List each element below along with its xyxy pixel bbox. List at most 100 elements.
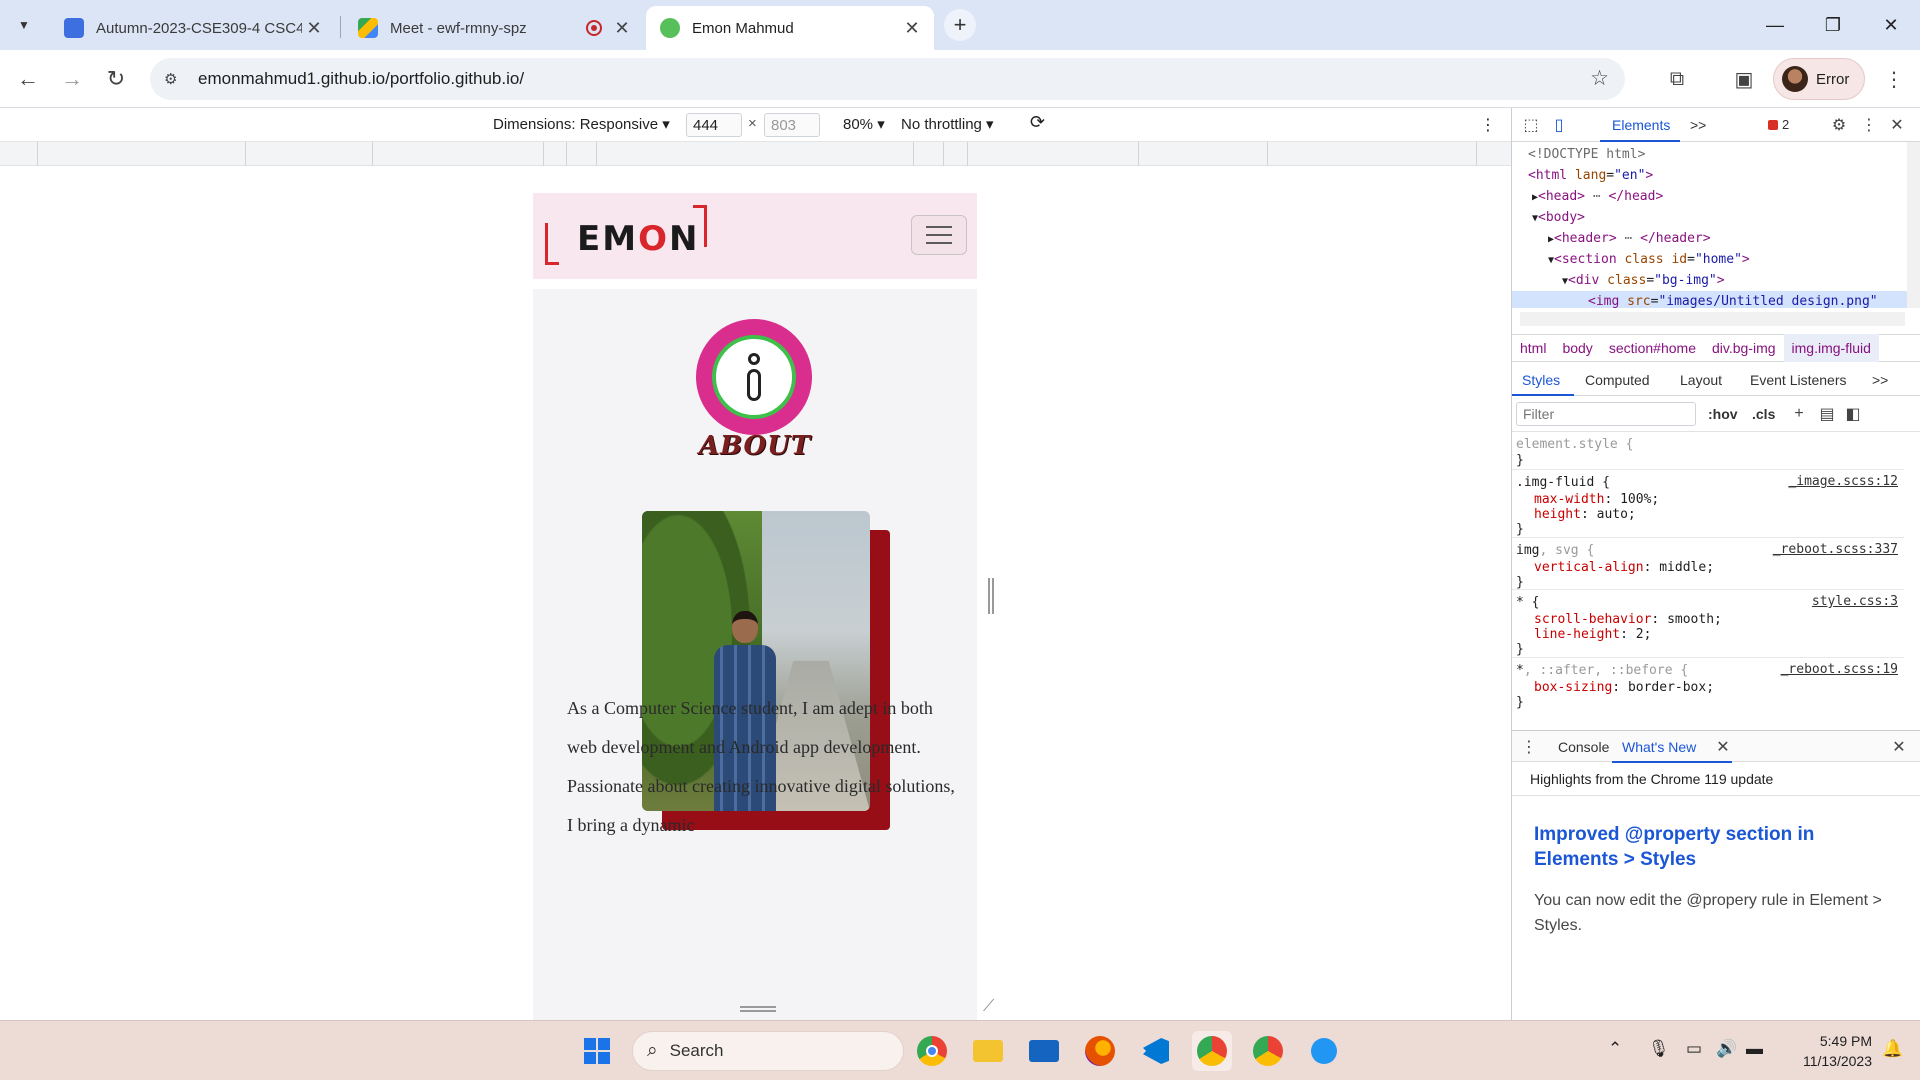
- cls-toggle[interactable]: .cls: [1752, 406, 1775, 422]
- dom-node-section[interactable]: ▼<section class id="home">: [1548, 249, 1750, 271]
- chrome-icon[interactable]: [912, 1031, 952, 1071]
- style-rule-img[interactable]: img, svg { _reboot.scss:337 vertical-ali…: [1512, 538, 1904, 590]
- breadcrumb-section[interactable]: section#home: [1601, 340, 1704, 356]
- drawer-tab-whats-new[interactable]: What's New: [1622, 739, 1696, 755]
- rotate-icon[interactable]: ⟳: [1030, 112, 1045, 133]
- dom-node-body[interactable]: ▼<body>: [1532, 207, 1585, 229]
- dom-scrollbar-horizontal[interactable]: [1520, 312, 1905, 326]
- throttle-dropdown[interactable]: No throttling ▾: [901, 115, 994, 133]
- address-text[interactable]: emonmahmud1.github.io/portfolio.github.i…: [198, 69, 524, 89]
- style-rule-img-fluid[interactable]: .img-fluid { _image.scss:12 max-width: 1…: [1512, 470, 1904, 538]
- media-query-marker[interactable]: [566, 142, 567, 166]
- media-query-marker[interactable]: [943, 142, 944, 166]
- microphone-icon[interactable]: 🎙: [1648, 1039, 1670, 1059]
- toggle-sidebar-icon[interactable]: ◧: [1842, 403, 1864, 425]
- drawer-close-icon[interactable]: ✕: [1888, 736, 1910, 758]
- error-counter[interactable]: 2: [1768, 117, 1789, 132]
- source-link[interactable]: _image.scss:12: [1788, 474, 1898, 489]
- dom-node-img-selected[interactable]: <img src="images/Untitled design.png": [1512, 291, 1907, 308]
- styles-more-tabs[interactable]: >>: [1872, 372, 1888, 388]
- close-icon[interactable]: ✕: [302, 16, 326, 40]
- tab-emon-mahmud[interactable]: Emon Mahmud ✕: [646, 6, 934, 50]
- dom-node-doctype[interactable]: <!DOCTYPE html>: [1528, 144, 1645, 165]
- dom-scrollbar-vertical[interactable]: [1907, 142, 1920, 308]
- source-link[interactable]: _reboot.scss:337: [1773, 542, 1898, 557]
- bookmark-star-icon[interactable]: ☆: [1590, 66, 1609, 91]
- media-query-marker[interactable]: [1476, 142, 1477, 166]
- firefox-icon[interactable]: [1080, 1031, 1120, 1071]
- taskbar-clock[interactable]: 5:49 PM 11/13/2023: [1782, 1031, 1872, 1071]
- side-panel-icon[interactable]: ▣: [1728, 63, 1760, 95]
- vscode-icon[interactable]: [1136, 1031, 1176, 1071]
- media-query-marker[interactable]: [37, 142, 38, 166]
- file-explorer-icon[interactable]: [968, 1031, 1008, 1071]
- dimensions-dropdown[interactable]: Dimensions: Responsive ▾: [493, 115, 670, 133]
- notification-bell-icon[interactable]: 🔔: [1882, 1039, 1903, 1059]
- show-hidden-icons-chevron-icon[interactable]: ⌃: [1608, 1039, 1622, 1059]
- viewport-resize-handle-right[interactable]: [988, 578, 994, 614]
- dom-node-div[interactable]: ▼<div class="bg-img">: [1562, 270, 1725, 292]
- style-rule-element[interactable]: element.style { }: [1512, 432, 1904, 470]
- tab-styles[interactable]: Styles: [1522, 372, 1560, 388]
- back-icon[interactable]: ←: [12, 63, 44, 95]
- hamburger-menu-button[interactable]: [911, 215, 967, 255]
- tab-elements[interactable]: Elements: [1612, 117, 1670, 133]
- more-tabs-button[interactable]: >>: [1690, 117, 1706, 133]
- media-query-marker[interactable]: [967, 142, 968, 166]
- media-query-marker[interactable]: [1138, 142, 1139, 166]
- menu-kebab-icon[interactable]: ⋮: [1878, 63, 1910, 95]
- dom-node-header[interactable]: ▶<header> ⋯ </header>: [1548, 228, 1711, 250]
- dom-node-html[interactable]: <html lang="en">: [1528, 165, 1653, 186]
- mail-icon[interactable]: [1024, 1031, 1064, 1071]
- viewport-resize-handle-bottom[interactable]: [740, 1006, 776, 1012]
- device-toggle-icon[interactable]: ▯: [1548, 114, 1570, 136]
- tab-autumn-cse309[interactable]: Autumn-2023-CSE309-4 CSC45 ✕: [50, 6, 336, 50]
- source-link[interactable]: style.css:3: [1812, 594, 1898, 609]
- media-query-marker[interactable]: [1267, 142, 1268, 166]
- chrome-profile-icon[interactable]: [1192, 1031, 1232, 1071]
- minimize-icon[interactable]: —: [1746, 0, 1804, 50]
- tab-search-button[interactable]: ▼: [10, 11, 38, 39]
- new-tab-button[interactable]: +: [944, 9, 976, 41]
- viewport-resize-corner-icon[interactable]: ⟋: [983, 998, 994, 1016]
- network-icon[interactable]: ▭: [1686, 1039, 1702, 1059]
- address-bar[interactable]: ⚙ emonmahmud1.github.io/portfolio.github…: [150, 58, 1625, 100]
- app-store-icon[interactable]: [1304, 1031, 1344, 1071]
- height-input[interactable]: [764, 113, 820, 137]
- media-query-marker[interactable]: [245, 142, 246, 166]
- tab-event-listeners[interactable]: Event Listeners: [1750, 372, 1847, 388]
- extensions-icon[interactable]: ⧉: [1661, 63, 1693, 95]
- site-logo[interactable]: EMON: [545, 205, 721, 269]
- forward-icon[interactable]: →: [56, 63, 88, 95]
- hov-toggle[interactable]: :hov: [1708, 406, 1738, 422]
- media-query-marker[interactable]: [913, 142, 914, 166]
- breadcrumb-div[interactable]: div.bg-img: [1704, 340, 1784, 356]
- device-more-icon[interactable]: ⋮: [1480, 115, 1496, 135]
- volume-icon[interactable]: 🔊: [1716, 1039, 1737, 1059]
- breadcrumb-body[interactable]: body: [1554, 340, 1600, 356]
- drawer-tab-console[interactable]: Console: [1558, 739, 1609, 755]
- taskbar-search[interactable]: ⌕ Search: [632, 1031, 904, 1071]
- site-info-icon[interactable]: ⚙: [164, 70, 186, 88]
- close-icon[interactable]: ✕: [610, 16, 634, 40]
- reload-icon[interactable]: ↻: [100, 63, 132, 95]
- drawer-menu-icon[interactable]: ⋮: [1518, 736, 1540, 758]
- devtools-more-icon[interactable]: ⋮: [1858, 114, 1880, 136]
- style-rule-box-sizing[interactable]: *, ::after, ::before { _reboot.scss:19 b…: [1512, 658, 1904, 712]
- media-query-marker[interactable]: [596, 142, 597, 166]
- new-style-rule-icon[interactable]: +: [1788, 403, 1810, 425]
- tab-meet[interactable]: Meet - ewf-rmny-spz ✕: [344, 6, 644, 50]
- style-rule-universal[interactable]: * { style.css:3 scroll-behavior: smooth;…: [1512, 590, 1904, 658]
- zoom-dropdown[interactable]: 80% ▾: [843, 115, 885, 133]
- close-icon[interactable]: ✕: [1712, 736, 1734, 758]
- window-close-icon[interactable]: ✕: [1862, 0, 1920, 50]
- battery-icon[interactable]: ▬: [1746, 1039, 1763, 1059]
- profile-button[interactable]: Error: [1773, 58, 1865, 100]
- media-query-marker[interactable]: [372, 142, 373, 166]
- whats-new-heading[interactable]: Improved @property section in Elements >…: [1534, 822, 1874, 872]
- dom-node-head[interactable]: ▶<head> ⋯ </head>: [1532, 186, 1663, 208]
- styles-filter-input[interactable]: [1516, 402, 1696, 426]
- settings-gear-icon[interactable]: ⚙: [1828, 114, 1850, 136]
- breadcrumb-html[interactable]: html: [1512, 340, 1554, 356]
- tab-layout[interactable]: Layout: [1680, 372, 1722, 388]
